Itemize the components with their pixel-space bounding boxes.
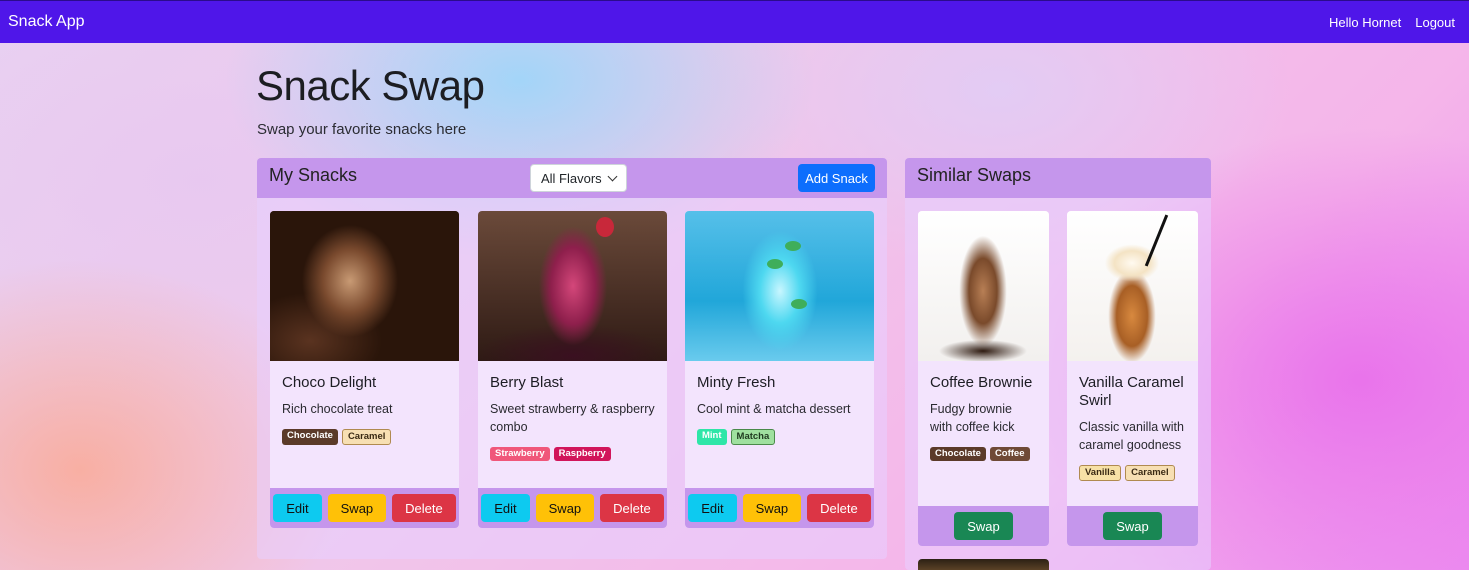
card-body: Vanilla Caramel Swirl Classic vanilla wi…: [1067, 361, 1198, 481]
tag-badge: Matcha: [730, 429, 776, 445]
card-text: Rich chocolate treat: [282, 402, 393, 416]
card-title: Minty Fresh: [697, 374, 776, 391]
flavor-filter-value: All Flavors: [541, 170, 602, 186]
tag-list: Mint Matcha: [697, 429, 862, 445]
card-actions: Edit Swap Delete: [270, 488, 459, 528]
tag-list: Vanilla Caramel: [1079, 465, 1186, 481]
tag-badge: Chocolate: [282, 429, 338, 445]
brand-link[interactable]: Snack App: [8, 13, 85, 31]
swap-button[interactable]: Swap: [327, 494, 387, 522]
snack-card: Minty Fresh Cool mint & matcha dessert M…: [685, 211, 874, 528]
tag-badge: Chocolate: [930, 447, 986, 461]
user-greeting[interactable]: Hello Hornet: [1329, 15, 1401, 30]
logout-link[interactable]: Logout: [1415, 15, 1455, 30]
delete-button[interactable]: Delete: [392, 494, 456, 522]
page-title: Snack Swap: [256, 62, 485, 109]
swap-button[interactable]: Swap: [742, 494, 802, 522]
tag-badge: Strawberry: [490, 447, 550, 461]
swap-button[interactable]: Swap: [1103, 512, 1162, 540]
tag-badge: Caramel: [341, 429, 392, 445]
edit-button[interactable]: Edit: [273, 494, 322, 522]
similar-card: Vanilla Caramel Swirl Classic vanilla wi…: [1067, 211, 1198, 546]
card-actions: Edit Swap Delete: [478, 488, 667, 528]
snack-card: Berry Blast Sweet strawberry & raspberry…: [478, 211, 667, 528]
caramel-frappe-image: [1067, 211, 1198, 361]
iced-coffee-image: [918, 211, 1049, 361]
tag-badge: Caramel: [1125, 465, 1175, 481]
chevron-down-icon: [607, 171, 618, 181]
similar-card-partial-image: [918, 559, 1049, 570]
card-actions: Swap: [1067, 506, 1198, 546]
edit-button[interactable]: Edit: [688, 494, 737, 522]
my-snacks-title: My Snacks: [269, 165, 358, 185]
tag-list: Strawberry Raspberry: [490, 447, 655, 461]
tag-list: Chocolate Caramel: [282, 429, 447, 445]
chocolate-drink-image: [270, 211, 459, 361]
my-snacks-header: My Snacks All Flavors Add Snack: [257, 158, 887, 198]
card-actions: Swap: [918, 506, 1049, 546]
card-actions: Edit Swap Delete: [685, 488, 874, 528]
navbar: Snack App Hello Hornet Logout: [0, 0, 1469, 43]
straw-icon: [1144, 214, 1169, 267]
tag-badge: Coffee: [989, 447, 1030, 461]
swap-button[interactable]: Swap: [954, 512, 1013, 540]
add-snack-button[interactable]: Add Snack: [798, 164, 875, 192]
card-text: Classic vanilla with caramel goodness: [1079, 420, 1184, 452]
card-title: Choco Delight: [282, 374, 377, 391]
strawberry-icon: [596, 217, 614, 237]
tag-list: Chocolate Coffee: [930, 447, 1037, 461]
similar-card: Coffee Brownie Fudgy brownie with coffee…: [918, 211, 1049, 546]
mint-leaf-icon: [791, 299, 807, 309]
edit-button[interactable]: Edit: [481, 494, 530, 522]
mint-drink-image: [685, 211, 874, 361]
card-text: Fudgy brownie with coffee kick: [930, 402, 1015, 434]
card-title: Berry Blast: [490, 374, 564, 391]
tag-badge: Vanilla: [1079, 465, 1122, 481]
card-title: Coffee Brownie: [930, 374, 1033, 391]
snack-card: Choco Delight Rich chocolate treat Choco…: [270, 211, 459, 528]
card-body: Berry Blast Sweet strawberry & raspberry…: [478, 361, 667, 461]
card-body: Coffee Brownie Fudgy brownie with coffee…: [918, 361, 1049, 461]
swap-button[interactable]: Swap: [535, 494, 595, 522]
similar-swaps-panel: Similar Swaps Coffee Brownie Fudgy brown…: [905, 158, 1211, 570]
my-snacks-panel: My Snacks All Flavors Add Snack Choco De…: [257, 158, 887, 559]
mint-leaf-icon: [767, 259, 783, 269]
page-subtitle: Swap your favorite snacks here: [257, 121, 467, 138]
berry-smoothie-image: [478, 211, 667, 361]
card-text: Sweet strawberry & raspberry combo: [490, 402, 655, 434]
nav-right: Hello Hornet Logout: [1329, 15, 1455, 30]
card-body: Choco Delight Rich chocolate treat Choco…: [270, 361, 459, 445]
tag-badge: Raspberry: [553, 447, 611, 461]
similar-swaps-header: Similar Swaps: [905, 158, 1211, 198]
similar-swaps-title: Similar Swaps: [917, 165, 1032, 185]
delete-button[interactable]: Delete: [807, 494, 871, 522]
delete-button[interactable]: Delete: [600, 494, 664, 522]
flavor-filter-select[interactable]: All Flavors: [530, 164, 627, 192]
mint-leaf-icon: [785, 241, 801, 251]
card-title: Vanilla Caramel Swirl: [1079, 374, 1184, 409]
card-text: Cool mint & matcha dessert: [697, 402, 851, 416]
tag-badge: Mint: [697, 429, 727, 445]
card-body: Minty Fresh Cool mint & matcha dessert M…: [685, 361, 874, 445]
